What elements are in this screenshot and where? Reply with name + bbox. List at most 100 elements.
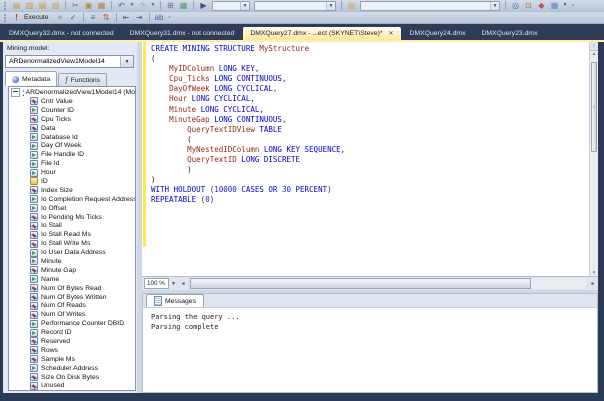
tree-item[interactable]: Hour [9, 168, 135, 177]
completion-mode-icon[interactable]: ab [153, 12, 166, 23]
scroll-up-icon[interactable]: ▲ [590, 51, 598, 56]
tree-item[interactable]: ID [9, 177, 135, 186]
tree-item[interactable]: Day Of Week [9, 141, 135, 150]
tree-item[interactable]: Io Completion Request Address [9, 195, 135, 204]
window-position-icon[interactable]: ⊡ [522, 0, 535, 11]
tree-item[interactable]: Sample Ms [9, 355, 135, 364]
new-query-icon[interactable]: ▤ [10, 0, 23, 11]
tree-item[interactable]: Cpu Ticks [9, 115, 135, 124]
tab-functions[interactable]: fFunctions [58, 73, 107, 86]
redo-icon[interactable]: ↷ [136, 0, 149, 11]
toolbar-options-icon[interactable]: ₌ [569, 0, 577, 11]
tree-item[interactable]: Data [9, 124, 135, 133]
tree-root-node[interactable]: ARDenormalizedView1Model14 (Mo [9, 87, 135, 97]
tree-item[interactable]: Name [9, 275, 135, 284]
tree-item[interactable]: Io Stall [9, 221, 135, 230]
chevron-down-icon[interactable]: ▼ [120, 56, 133, 67]
redo-dropdown-icon[interactable]: ▾ [149, 0, 157, 11]
tree-item-label: Minute [41, 258, 61, 265]
toolbar-grip[interactable] [4, 14, 6, 22]
paste-icon[interactable]: ▦ [95, 0, 108, 11]
toolbar-combo-3[interactable]: ▼ [360, 1, 500, 11]
document-tab[interactable]: DMXQuery23.dmx [474, 27, 544, 40]
tree-item[interactable]: Num Of Bytes Read [9, 284, 135, 293]
tree-item-label: Io Completion Request Address [41, 196, 136, 203]
document-tab[interactable]: DMXQuery31.dmx - not connected [123, 27, 242, 40]
open-folder-icon[interactable]: ▤ [345, 0, 358, 11]
undo-dropdown-icon[interactable]: ▾ [128, 0, 136, 11]
scroll-left-icon[interactable]: ◂ [178, 280, 188, 287]
tree-item[interactable]: Minute [9, 257, 135, 266]
tree-item[interactable]: Io User Data Address [9, 248, 135, 257]
tree-item[interactable]: Io Stall Read Ms [9, 230, 135, 239]
tab-messages[interactable]: Messages [146, 294, 204, 307]
results-text-icon[interactable]: ≡ [87, 12, 100, 23]
open-file-icon[interactable]: ▥ [23, 0, 36, 11]
tree-item[interactable]: Database Id [9, 133, 135, 142]
chevron-down-icon[interactable]: ▼ [240, 2, 249, 10]
toolbar-grip[interactable] [4, 2, 6, 10]
collapse-expander-icon[interactable] [11, 88, 20, 97]
save-icon[interactable]: ▤ [36, 0, 49, 11]
dmx-query-text[interactable]: CREATE MINING STRUCTURE MyStructure( MyI… [151, 44, 345, 206]
editor-zoom-combo[interactable]: 100 % [144, 278, 169, 289]
find-icon[interactable]: ◎ [509, 0, 522, 11]
scroll-down-icon[interactable]: ▼ [590, 270, 598, 275]
toolbar-combo-1[interactable]: ▼ [212, 1, 250, 11]
copy-icon[interactable]: ▣ [82, 0, 95, 11]
save-all-icon[interactable]: ▥ [49, 0, 62, 11]
tree-item[interactable]: Num Of Writes [9, 310, 135, 319]
scroll-right-icon[interactable]: ▸ [588, 280, 598, 287]
tab-metadata[interactable]: Metadata [5, 71, 57, 86]
chevron-down-icon[interactable]: ▼ [490, 2, 499, 10]
toolbar-options-icon[interactable]: ₌ [166, 12, 174, 23]
editor-horizontal-scrollbar[interactable] [190, 278, 586, 289]
close-icon[interactable]: ✕ [389, 30, 394, 37]
tree-item[interactable]: Index Size [9, 186, 135, 195]
tree-item[interactable]: Io Pending Ms Ticks [9, 213, 135, 222]
tree-item[interactable]: Reserved [9, 337, 135, 346]
view-icon[interactable]: ▦ [548, 0, 561, 11]
document-tab[interactable]: DMXQuery32.dmx - not connected [2, 27, 121, 40]
stop-icon[interactable]: ■ [54, 12, 67, 23]
tree-item[interactable]: Cntr Value [9, 97, 135, 106]
tree-item[interactable]: Size On Disk Bytes [9, 373, 135, 382]
mining-model-combo[interactable]: ARDenormalizedView1Model14 ▼ [5, 55, 134, 68]
editor-vertical-scrollbar[interactable]: ↕ ▲ ≡ ▼ [589, 42, 598, 276]
tree-item[interactable]: Minute Gap [9, 266, 135, 275]
toolbar-combo-2[interactable]: ▼ [254, 1, 336, 11]
run-icon[interactable]: ▶ [197, 0, 210, 11]
chevron-down-icon[interactable]: ▼ [169, 281, 178, 287]
specify-values-icon[interactable]: ⇅ [100, 12, 113, 23]
view-dropdown-icon[interactable]: ▾ [561, 0, 569, 11]
execute-exclamation-icon[interactable]: ! [10, 12, 23, 23]
decrease-indent-icon[interactable]: ⇤ [120, 12, 133, 23]
document-tab[interactable]: DMXQuery24.dmx [403, 27, 473, 40]
tree-item[interactable]: Io Stall Write Ms [9, 239, 135, 248]
tree-item[interactable]: Num Of Bytes Written [9, 293, 135, 302]
vertical-scrollbar-thumb[interactable]: ≡ [591, 62, 597, 152]
dmx-code-editor[interactable]: CREATE MINING STRUCTURE MyStructure( MyI… [142, 42, 598, 276]
tree-item[interactable]: Unused [9, 382, 135, 391]
cut-icon[interactable]: ✂ [69, 0, 82, 11]
tools-icon[interactable]: ◆ [535, 0, 548, 11]
new-window-icon[interactable]: ⊞ [164, 0, 177, 11]
increase-indent-icon[interactable]: ⇥ [133, 12, 146, 23]
tree-item[interactable]: Io Offset [9, 204, 135, 213]
execute-button-label[interactable]: Execute [24, 14, 49, 21]
tree-item[interactable]: Scheduler Address [9, 364, 135, 373]
tree-item[interactable]: Counter ID [9, 106, 135, 115]
chevron-down-icon[interactable]: ▼ [326, 2, 335, 10]
document-tab[interactable]: DMXQuery27.dmx - ...ect (SKYNET\Steve)*✕ [243, 27, 400, 40]
template-explorer-icon[interactable]: ▦ [177, 0, 190, 11]
horizontal-scrollbar-thumb[interactable] [190, 278, 531, 289]
tree-item[interactable]: Performance Counter DBID [9, 319, 135, 328]
split-window-handle[interactable]: ↕ [590, 42, 598, 51]
tree-item[interactable]: Record ID [9, 328, 135, 337]
tree-item[interactable]: File Handle ID [9, 150, 135, 159]
tree-item[interactable]: File Id [9, 159, 135, 168]
undo-icon[interactable]: ↶ [115, 0, 128, 11]
tree-item[interactable]: Rows [9, 346, 135, 355]
tree-item[interactable]: Num Of Reads [9, 301, 135, 310]
parse-icon[interactable]: ✓ [67, 12, 80, 23]
